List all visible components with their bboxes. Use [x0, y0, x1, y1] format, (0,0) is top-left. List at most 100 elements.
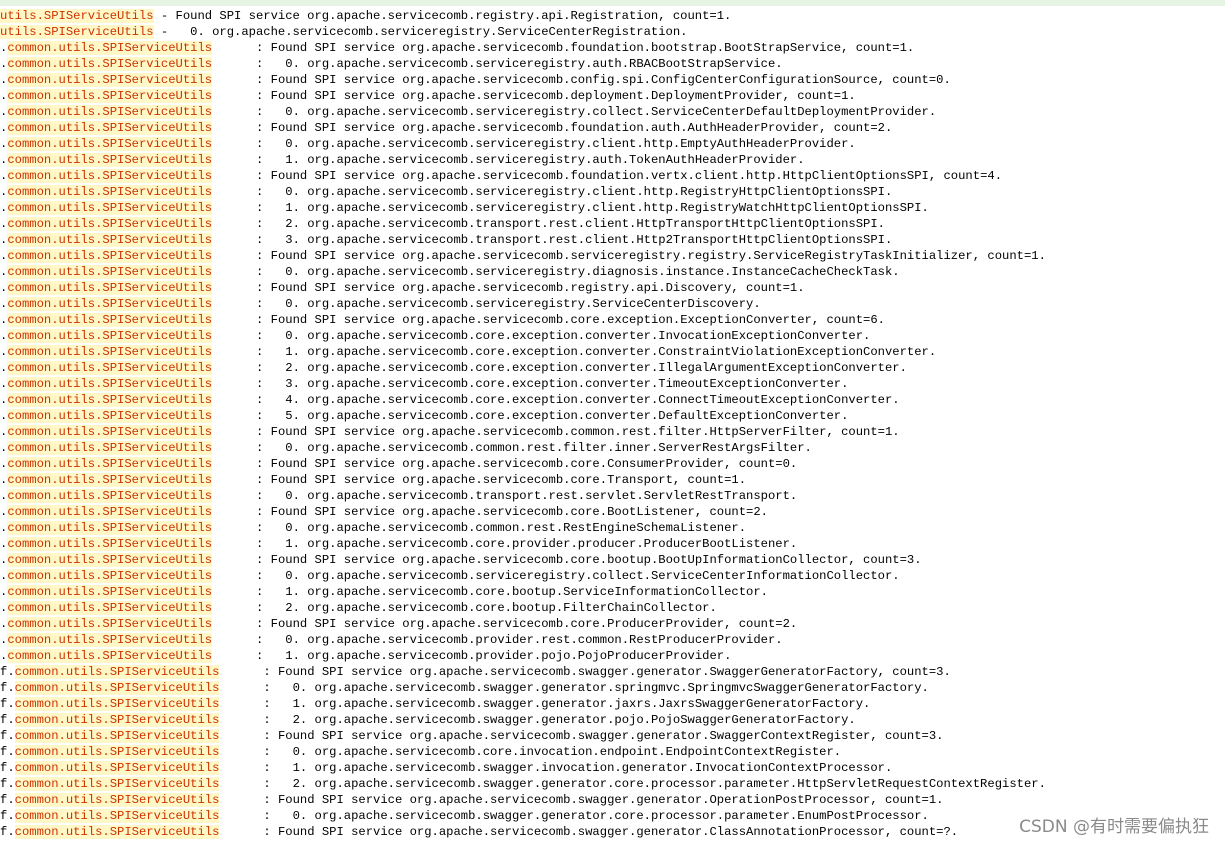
- log-output[interactable]: utils.SPIServiceUtils - Found SPI servic…: [0, 8, 1225, 840]
- log-line-message: : 5. org.apache.servicecomb.core.excepti…: [212, 409, 849, 423]
- log-line: .common.utils.SPIServiceUtils : Found SP…: [0, 248, 1225, 264]
- log-line-message: : 0. org.apache.servicecomb.common.rest.…: [212, 441, 812, 455]
- log-line-message: : Found SPI service org.apache.serviceco…: [212, 617, 798, 631]
- log-line: .common.utils.SPIServiceUtils : 0. org.a…: [0, 296, 1225, 312]
- log-line-message: : Found SPI service org.apache.serviceco…: [212, 73, 951, 87]
- log-line-message: : 0. org.apache.servicecomb.serviceregis…: [212, 57, 783, 71]
- log-line: f.common.utils.SPIServiceUtils : Found S…: [0, 664, 1225, 680]
- log-line: .common.utils.SPIServiceUtils : 0. org.a…: [0, 520, 1225, 536]
- log-line-message: : 0. org.apache.servicecomb.transport.re…: [212, 489, 798, 503]
- log-line: .common.utils.SPIServiceUtils : 2. org.a…: [0, 216, 1225, 232]
- log-line-logger: common.utils.SPIServiceUtils: [14, 729, 220, 743]
- log-line: .common.utils.SPIServiceUtils : 0. org.a…: [0, 104, 1225, 120]
- log-line: .common.utils.SPIServiceUtils : Found SP…: [0, 456, 1225, 472]
- log-line-message: : Found SPI service org.apache.serviceco…: [212, 505, 768, 519]
- log-line: .common.utils.SPIServiceUtils : 5. org.a…: [0, 408, 1225, 424]
- log-line: .common.utils.SPIServiceUtils : Found SP…: [0, 88, 1225, 104]
- log-line: .common.utils.SPIServiceUtils : 1. org.a…: [0, 648, 1225, 664]
- log-line: .common.utils.SPIServiceUtils : 0. org.a…: [0, 328, 1225, 344]
- log-line-logger: utils.SPIServiceUtils: [0, 25, 154, 39]
- log-line-logger: common.utils.SPIServiceUtils: [7, 441, 213, 455]
- log-line-logger: common.utils.SPIServiceUtils: [7, 121, 213, 135]
- log-line-logger: common.utils.SPIServiceUtils: [7, 409, 213, 423]
- log-line-logger: common.utils.SPIServiceUtils: [7, 649, 213, 663]
- log-line: .common.utils.SPIServiceUtils : 1. org.a…: [0, 584, 1225, 600]
- log-line-logger: common.utils.SPIServiceUtils: [7, 329, 213, 343]
- log-line-message: : Found SPI service org.apache.serviceco…: [212, 473, 747, 487]
- log-line-logger: common.utils.SPIServiceUtils: [14, 761, 220, 775]
- log-line-logger: common.utils.SPIServiceUtils: [14, 793, 220, 807]
- log-line: .common.utils.SPIServiceUtils : Found SP…: [0, 504, 1225, 520]
- log-line-logger: common.utils.SPIServiceUtils: [7, 425, 213, 439]
- log-line: f.common.utils.SPIServiceUtils : Found S…: [0, 728, 1225, 744]
- log-line-prefix: f.: [0, 809, 15, 823]
- log-line-logger: common.utils.SPIServiceUtils: [7, 153, 213, 167]
- log-line-message: : 0. org.apache.servicecomb.serviceregis…: [212, 297, 761, 311]
- log-line-message: : 0. org.apache.servicecomb.swagger.gene…: [219, 809, 929, 823]
- log-line-message: : Found SPI service org.apache.serviceco…: [219, 665, 951, 679]
- csdn-watermark: CSDN @有时需要偏执狂: [1019, 817, 1209, 837]
- log-line-message: : 1. org.apache.servicecomb.serviceregis…: [212, 153, 805, 167]
- log-line-prefix: f.: [0, 777, 15, 791]
- log-line: f.common.utils.SPIServiceUtils : Found S…: [0, 792, 1225, 808]
- log-line-logger: common.utils.SPIServiceUtils: [7, 361, 213, 375]
- log-line-prefix: f.: [0, 729, 15, 743]
- log-line-logger: common.utils.SPIServiceUtils: [7, 489, 213, 503]
- log-line-logger: utils.SPIServiceUtils: [0, 9, 154, 23]
- log-line-logger: common.utils.SPIServiceUtils: [14, 809, 220, 823]
- log-line-logger: common.utils.SPIServiceUtils: [7, 233, 213, 247]
- log-line-logger: common.utils.SPIServiceUtils: [7, 281, 213, 295]
- log-line-message: : Found SPI service org.apache.serviceco…: [219, 825, 959, 839]
- log-line-message: : 1. org.apache.servicecomb.core.bootup.…: [212, 585, 768, 599]
- log-line-prefix: f.: [0, 665, 15, 679]
- log-line: .common.utils.SPIServiceUtils : 2. org.a…: [0, 600, 1225, 616]
- log-line-logger: common.utils.SPIServiceUtils: [7, 89, 213, 103]
- log-line-logger: common.utils.SPIServiceUtils: [14, 745, 220, 759]
- log-line: .common.utils.SPIServiceUtils : 1. org.a…: [0, 152, 1225, 168]
- log-line-logger: common.utils.SPIServiceUtils: [7, 617, 213, 631]
- log-line-message: : 2. org.apache.servicecomb.core.excepti…: [212, 361, 907, 375]
- log-line: .common.utils.SPIServiceUtils : 0. org.a…: [0, 264, 1225, 280]
- log-line-message: : Found SPI service org.apache.serviceco…: [219, 793, 944, 807]
- log-line-message: : Found SPI service org.apache.serviceco…: [212, 281, 805, 295]
- log-line-message: : 0. org.apache.servicecomb.core.invocat…: [219, 745, 842, 759]
- log-line-logger: common.utils.SPIServiceUtils: [7, 297, 213, 311]
- log-line-message: : 3. org.apache.servicecomb.core.excepti…: [212, 377, 849, 391]
- log-line: .common.utils.SPIServiceUtils : 1. org.a…: [0, 200, 1225, 216]
- log-line-prefix: f.: [0, 713, 15, 727]
- log-line-message: : Found SPI service org.apache.serviceco…: [212, 41, 915, 55]
- log-line: .common.utils.SPIServiceUtils : 0. org.a…: [0, 136, 1225, 152]
- log-line-message: : Found SPI service org.apache.serviceco…: [212, 121, 893, 135]
- log-line-message: : Found SPI service org.apache.serviceco…: [212, 249, 1046, 263]
- log-line-logger: common.utils.SPIServiceUtils: [7, 185, 213, 199]
- log-line-prefix: f.: [0, 793, 15, 807]
- log-line-logger: common.utils.SPIServiceUtils: [7, 41, 213, 55]
- top-highlight-bar: [0, 0, 1225, 6]
- log-line-prefix: f.: [0, 681, 15, 695]
- log-line: .common.utils.SPIServiceUtils : 1. org.a…: [0, 536, 1225, 552]
- log-line-logger: common.utils.SPIServiceUtils: [7, 537, 213, 551]
- log-line: .common.utils.SPIServiceUtils : Found SP…: [0, 552, 1225, 568]
- log-line-logger: common.utils.SPIServiceUtils: [7, 105, 213, 119]
- log-line: .common.utils.SPIServiceUtils : 4. org.a…: [0, 392, 1225, 408]
- log-line-message: : 0. org.apache.servicecomb.common.rest.…: [212, 521, 747, 535]
- log-line-logger: common.utils.SPIServiceUtils: [7, 169, 213, 183]
- log-line: .common.utils.SPIServiceUtils : 0. org.a…: [0, 56, 1225, 72]
- log-line-prefix: f.: [0, 745, 15, 759]
- log-line: .common.utils.SPIServiceUtils : 3. org.a…: [0, 376, 1225, 392]
- log-line-logger: common.utils.SPIServiceUtils: [7, 217, 213, 231]
- log-line-logger: common.utils.SPIServiceUtils: [7, 473, 213, 487]
- log-line: .common.utils.SPIServiceUtils : Found SP…: [0, 120, 1225, 136]
- log-line-message: : Found SPI service org.apache.serviceco…: [212, 89, 856, 103]
- log-line-prefix: f.: [0, 697, 15, 711]
- log-line-logger: common.utils.SPIServiceUtils: [7, 201, 213, 215]
- log-line-message: : 3. org.apache.servicecomb.transport.re…: [212, 233, 893, 247]
- log-line: .common.utils.SPIServiceUtils : Found SP…: [0, 72, 1225, 88]
- log-line: .common.utils.SPIServiceUtils : 2. org.a…: [0, 360, 1225, 376]
- log-line: f.common.utils.SPIServiceUtils : 0. org.…: [0, 744, 1225, 760]
- log-line: .common.utils.SPIServiceUtils : Found SP…: [0, 616, 1225, 632]
- log-line-message: : 1. org.apache.servicecomb.provider.poj…: [212, 649, 732, 663]
- log-line-message: : Found SPI service org.apache.serviceco…: [212, 425, 900, 439]
- log-line-logger: common.utils.SPIServiceUtils: [7, 377, 213, 391]
- log-line-logger: common.utils.SPIServiceUtils: [7, 345, 213, 359]
